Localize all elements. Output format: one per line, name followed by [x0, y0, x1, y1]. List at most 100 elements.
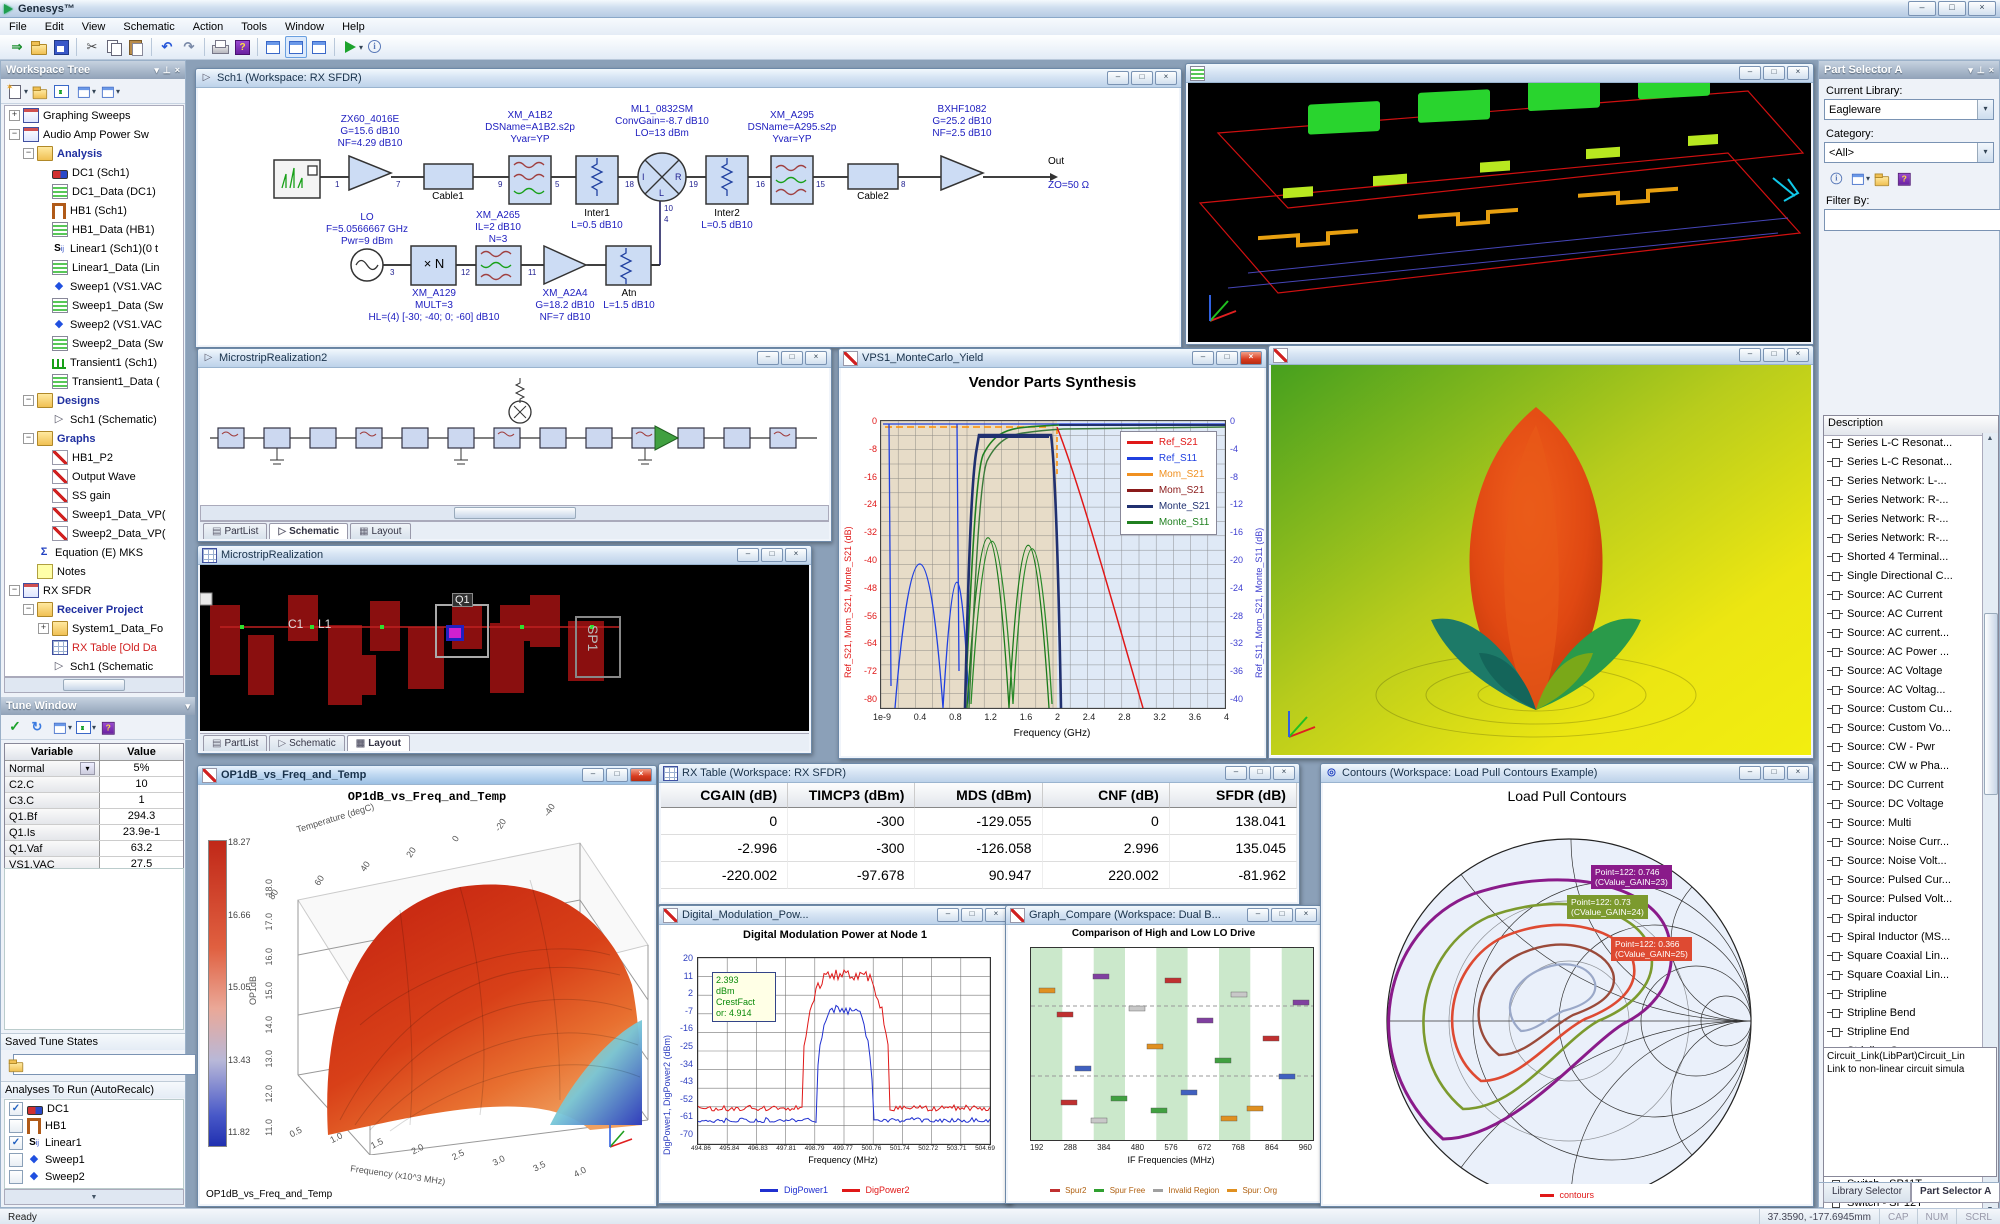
tree-expander-icon[interactable]: [9, 129, 20, 140]
menu-item[interactable]: Edit: [36, 20, 73, 34]
pin-icon[interactable]: ⊥: [163, 65, 171, 76]
tab-schematic[interactable]: ▷Schematic: [269, 523, 348, 539]
undo-icon[interactable]: ↶: [157, 37, 177, 57]
tree-item[interactable]: Sweep2 (VS1.VAC: [5, 315, 183, 334]
part-list-item[interactable]: Source: AC Voltage: [1824, 661, 1983, 680]
tune-row[interactable]: C3.C▾ 1: [5, 793, 183, 809]
restore-button[interactable]: □: [1763, 66, 1785, 80]
tree-item[interactable]: Graphs: [5, 429, 183, 448]
tune-row[interactable]: Q1.Is▾ 23.9e-1: [5, 825, 183, 841]
sch1-titlebar[interactable]: Sch1 (Workspace: RX SFDR) – □ ×: [196, 69, 1181, 88]
open-workspace-icon[interactable]: [31, 83, 47, 99]
tune-window-header[interactable]: Tune Window ▾: [1, 697, 195, 715]
part-list-item[interactable]: Source: AC current...: [1824, 623, 1983, 642]
part-list-item[interactable]: Stripline Bend: [1824, 1003, 1983, 1022]
tree-expander-icon[interactable]: [23, 604, 34, 615]
digmod-titlebar[interactable]: Digital_Modulation_Pow... – □ ×: [659, 906, 1011, 925]
close-button[interactable]: ×: [1787, 766, 1809, 780]
tune-value-cell[interactable]: 23.9e-1: [100, 825, 183, 840]
checkbox-icon[interactable]: [9, 1102, 23, 1116]
minimize-button[interactable]: –: [1192, 351, 1214, 365]
restore-button[interactable]: □: [606, 768, 628, 782]
checkbox-icon[interactable]: [9, 1170, 23, 1184]
view-designs-icon[interactable]: [99, 83, 114, 98]
close-button[interactable]: ×: [1787, 348, 1809, 362]
em-titlebar[interactable]: – □ ×: [1186, 64, 1813, 83]
restore-button[interactable]: □: [1763, 766, 1785, 780]
minimize-button[interactable]: –: [757, 351, 779, 365]
part-list-item[interactable]: Source: Custom Vo...: [1824, 718, 1983, 737]
minimize-button[interactable]: –: [1739, 66, 1761, 80]
antenna-canvas[interactable]: [1271, 365, 1811, 756]
tune-row[interactable]: Q1.Vaf▾ 63.2: [5, 841, 183, 857]
part-list-item[interactable]: Single Directional C...: [1824, 566, 1983, 585]
tree-item[interactable]: Transient1_Data (: [5, 372, 183, 391]
minimize-button[interactable]: –: [937, 908, 959, 922]
part-list-item[interactable]: Source: Noise Curr...: [1824, 832, 1983, 851]
restore-button[interactable]: □: [761, 548, 783, 562]
tab-layout[interactable]: ▦Layout: [350, 523, 410, 539]
close-button[interactable]: ×: [1787, 66, 1809, 80]
category-combobox[interactable]: <All> ▾: [1824, 142, 1994, 163]
part-list-item[interactable]: Source: AC Current: [1824, 585, 1983, 604]
menu-item[interactable]: Help: [333, 20, 374, 34]
antenna-titlebar[interactable]: – □ ×: [1269, 346, 1813, 365]
restore-button[interactable]: □: [1249, 766, 1271, 780]
tune-variable-cell[interactable]: C3.C▾: [5, 793, 100, 808]
tune-chart-icon[interactable]: [74, 718, 92, 736]
part-list-item[interactable]: Stripline: [1824, 984, 1983, 1003]
close-button[interactable]: ×: [1295, 908, 1317, 922]
run-analysis-icon[interactable]: [340, 37, 360, 57]
tree-item[interactable]: Analysis: [5, 144, 183, 163]
op1db-titlebar[interactable]: OP1dB_vs_Freq_and_Temp – □ ×: [198, 766, 656, 785]
tab-library-selector[interactable]: Library Selector: [1823, 1183, 1911, 1203]
part-open-icon[interactable]: [1873, 170, 1889, 186]
restore-button[interactable]: □: [781, 351, 803, 365]
workspace-tree-header[interactable]: Workspace Tree ▾⊥×: [1, 61, 185, 79]
tune-variable-cell[interactable]: Q1.Vaf▾: [5, 841, 100, 856]
tree-item[interactable]: Designs: [5, 391, 183, 410]
about-icon[interactable]: [364, 37, 384, 57]
minimize-button[interactable]: –: [582, 768, 604, 782]
tree-item[interactable]: HB1_Data (HB1): [5, 220, 183, 239]
close-button[interactable]: ×: [1155, 71, 1177, 85]
dropdown-arrow-icon[interactable]: ▾: [1977, 100, 1993, 119]
minimize-button[interactable]: –: [1247, 908, 1269, 922]
restore-button[interactable]: □: [1131, 71, 1153, 85]
minimize-button[interactable]: –: [1107, 71, 1129, 85]
tune-value-cell[interactable]: 5%: [100, 761, 183, 776]
part-list-item[interactable]: Shorted 4 Terminal...: [1824, 547, 1983, 566]
ms1-canvas[interactable]: C1 L1 Q1 SP1: [200, 565, 809, 731]
tree-item[interactable]: Audio Amp Power Sw: [5, 125, 183, 144]
tree-item[interactable]: Receiver Project: [5, 600, 183, 619]
view-windows-icon[interactable]: [75, 83, 90, 98]
part-list-item[interactable]: Source: Pulsed Volt...: [1824, 889, 1983, 908]
part-list-item[interactable]: Series Network: R-...: [1824, 490, 1983, 509]
sch1-canvas[interactable]: ZX60_4016EG=15.6 dB10NF=4.29 dB10 Cable1…: [198, 88, 1179, 345]
column-header[interactable]: MDS (dBm): [915, 783, 1042, 808]
column-header[interactable]: CGAIN (dB): [661, 783, 788, 808]
menu-item[interactable]: Tools: [232, 20, 276, 34]
tree-item[interactable]: DC1_Data (DC1): [5, 182, 183, 201]
tree-expander-icon[interactable]: [9, 110, 20, 121]
part-list-item[interactable]: Stripline End: [1824, 1022, 1983, 1041]
analysis-item[interactable]: Linear1: [5, 1134, 183, 1151]
analysis-item[interactable]: DC1: [5, 1100, 183, 1117]
tree-item[interactable]: Linear1 (Sch1)(0 t: [5, 239, 183, 258]
app-titlebar[interactable]: Genesys™ – □ ×: [0, 0, 2000, 18]
tree-item[interactable]: Sweep1 (VS1.VAC: [5, 277, 183, 296]
tune-row[interactable]: Normal▾ 5%: [5, 761, 183, 777]
part-list-item[interactable]: Source: CW w Pha...: [1824, 756, 1983, 775]
tune-value-cell[interactable]: 10: [100, 777, 183, 792]
minimize-button[interactable]: –: [1225, 766, 1247, 780]
paste-icon[interactable]: [126, 37, 146, 57]
cut-icon[interactable]: ✂: [82, 37, 102, 57]
column-header[interactable]: TIMCP3 (dBm): [788, 783, 915, 808]
part-view-icon[interactable]: [1849, 170, 1864, 185]
minimize-button[interactable]: –: [1739, 766, 1761, 780]
redo-icon[interactable]: ↷: [179, 37, 199, 57]
part-list-item[interactable]: Square Coaxial Lin...: [1824, 946, 1983, 965]
tree-item[interactable]: Notes: [5, 562, 183, 581]
tab-layout[interactable]: ▦Layout: [347, 735, 410, 751]
dropdown-arrow-icon[interactable]: ▾: [80, 762, 95, 775]
